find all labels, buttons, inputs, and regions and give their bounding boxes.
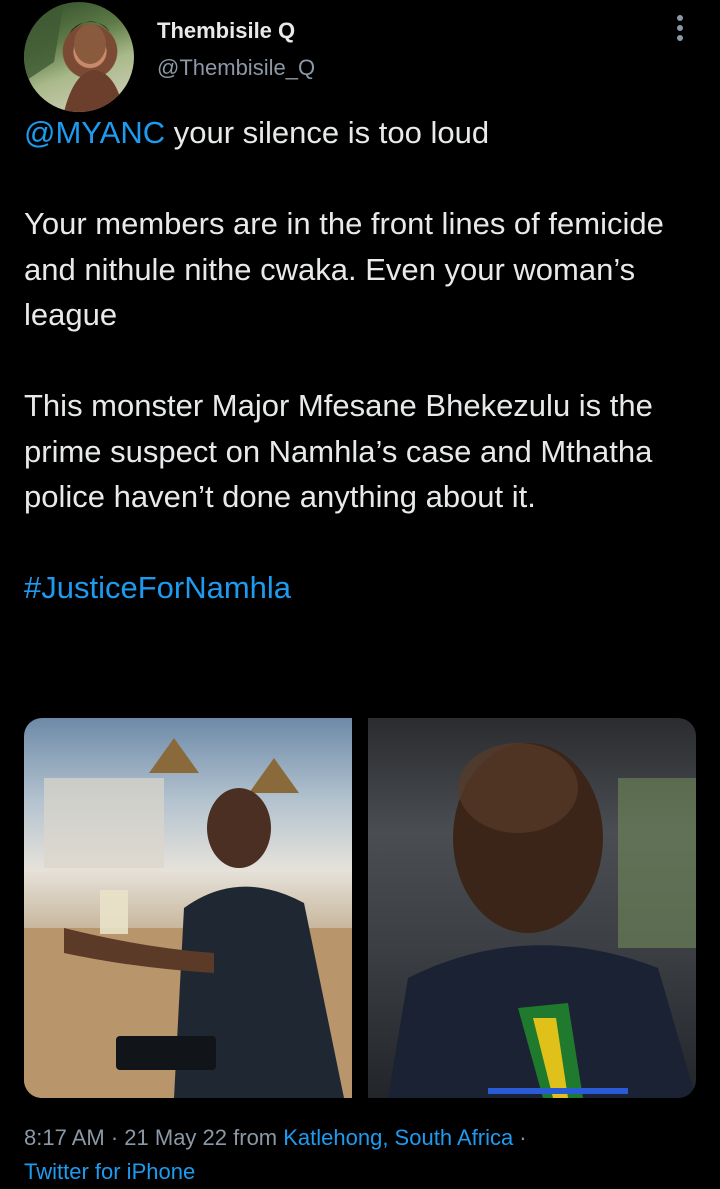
author-handle[interactable]: @Thembisile_Q [157,55,315,81]
tweet-line-1: @MYANC your silence is too loud [24,110,704,156]
photo-man-at-restaurant[interactable] [24,718,352,1098]
author-name[interactable]: Thembisile Q [157,18,295,44]
media-grid [24,718,696,1098]
photo-man-in-car[interactable] [368,718,696,1098]
author-avatar[interactable] [24,2,134,112]
tweet-line-1-text: your silence is too loud [165,115,490,150]
location-link[interactable]: Katlehong, South Africa [283,1125,513,1150]
tweet-text: @MYANC your silence is too loud Your mem… [24,110,704,611]
meta-from: from [227,1125,284,1150]
tweet-paragraph-2: Your members are in the front lines of f… [24,206,664,332]
tweet-meta: 8:17 AM · 21 May 22 from Katlehong, Sout… [24,1121,704,1189]
source-link[interactable]: Twitter for iPhone [24,1159,195,1184]
tweet-time[interactable]: 8:17 AM [24,1125,105,1150]
more-vertical-icon[interactable] [668,10,692,50]
hashtag-link[interactable]: #JusticeForNamhla [24,570,291,605]
meta-separator: · [104,1125,125,1150]
meta-separator: · [513,1125,527,1150]
tweet-paragraph-3: This monster Major Mfesane Bhekezulu is … [24,388,653,514]
tweet-date[interactable]: 21 May 22 [124,1125,227,1150]
tweet: Thembisile Q @Thembisile_Q @MYANC your s… [0,0,720,1188]
mention-link[interactable]: @MYANC [24,115,165,150]
